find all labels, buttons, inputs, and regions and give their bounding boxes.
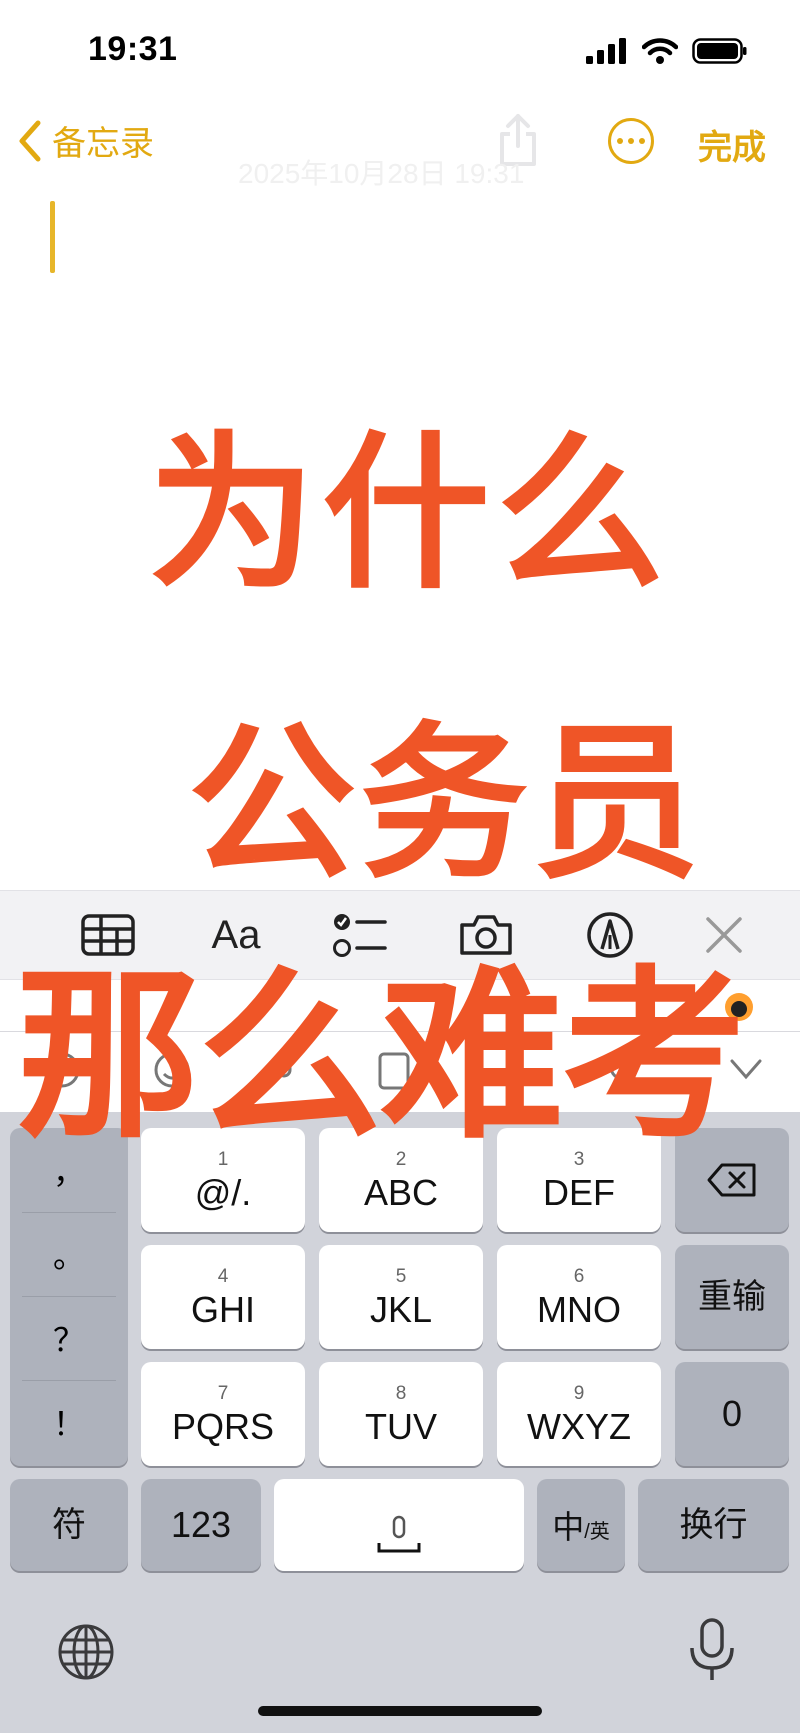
key-1[interactable]: 1 @/. xyxy=(141,1128,305,1232)
microphone-icon xyxy=(276,1050,292,1078)
symbols-key[interactable]: 符 xyxy=(10,1479,128,1571)
checklist-icon xyxy=(333,914,387,957)
home-indicator xyxy=(258,1706,542,1716)
text-cursor xyxy=(50,201,55,273)
key-7[interactable]: 7 PQRS xyxy=(141,1362,305,1466)
table-button[interactable] xyxy=(78,905,138,965)
more-options-button[interactable] xyxy=(608,118,654,164)
markup-button[interactable] xyxy=(580,905,640,965)
mascot-icon xyxy=(44,1052,80,1088)
key-9[interactable]: 9 WXYZ xyxy=(497,1362,661,1466)
dictation-microphone-icon[interactable] xyxy=(686,1618,738,1684)
back-button-label: 备忘录 xyxy=(52,124,154,164)
checklist-button[interactable] xyxy=(330,905,390,965)
key-4[interactable]: 4 GHI xyxy=(141,1245,305,1349)
hide-keyboard-button[interactable] xyxy=(724,1048,768,1092)
overlay-title-line2: 公务员 xyxy=(188,706,704,902)
keyboard-search-button[interactable] xyxy=(604,1048,648,1092)
format-toolbar: Aa xyxy=(0,890,800,980)
chevron-left-icon xyxy=(19,120,41,161)
clipboard-icon xyxy=(378,1052,410,1090)
overlay-title-line1: 为什么 xyxy=(148,416,670,612)
cellular-signal-icon xyxy=(586,38,626,64)
return-key[interactable]: 换行 xyxy=(638,1479,789,1571)
note-date: 2025年10月28日 19:31 xyxy=(238,158,525,189)
candidate-bar xyxy=(0,980,800,1032)
keyboard-menu-button[interactable] xyxy=(40,1048,84,1092)
punct-comma-key[interactable]: ， xyxy=(10,1128,128,1212)
table-icon xyxy=(81,914,135,956)
search-icon xyxy=(609,1053,645,1089)
chevron-down-icon xyxy=(730,1059,762,1080)
key-2[interactable]: 2 ABC xyxy=(319,1128,483,1232)
language-switch-key[interactable]: 中/英 xyxy=(537,1479,625,1571)
handwriting-button[interactable] xyxy=(484,1048,528,1092)
pen-markup-icon xyxy=(587,912,633,958)
key-8[interactable]: 8 TUV xyxy=(319,1362,483,1466)
done-button[interactable]: 完成 xyxy=(698,120,766,169)
back-button[interactable]: 备忘录 xyxy=(16,116,154,165)
status-icons xyxy=(586,38,748,64)
key-5[interactable]: 5 JKL xyxy=(319,1245,483,1349)
punct-period-key[interactable]: 。 xyxy=(10,1212,128,1296)
text-style-button[interactable]: Aa xyxy=(206,905,266,965)
voice-input-button[interactable] xyxy=(262,1048,306,1092)
zero-key[interactable]: 0 xyxy=(675,1362,789,1466)
retype-key[interactable]: 重输 xyxy=(675,1245,789,1349)
emoji-button[interactable] xyxy=(150,1048,194,1092)
close-icon xyxy=(706,917,742,953)
ellipsis-icon xyxy=(617,138,623,144)
globe-icon[interactable] xyxy=(56,1622,116,1682)
punct-question-key[interactable]: ？ xyxy=(10,1296,128,1380)
status-time: 19:31 xyxy=(88,30,178,68)
clipboard-button[interactable] xyxy=(372,1048,416,1092)
punctuation-column[interactable]: ， 。 ？ ！ xyxy=(10,1128,128,1466)
punct-exclaim-key[interactable]: ！ xyxy=(10,1380,128,1464)
camera-button[interactable] xyxy=(456,905,516,965)
space-key[interactable] xyxy=(274,1479,524,1571)
backspace-icon xyxy=(707,1163,756,1197)
backspace-key[interactable] xyxy=(675,1128,789,1232)
battery-icon xyxy=(692,38,747,64)
key-6[interactable]: 6 MNO xyxy=(497,1245,661,1349)
keyboard-mascot-icon[interactable] xyxy=(722,990,756,1024)
pencil-icon xyxy=(492,1058,520,1086)
wifi-icon xyxy=(642,38,678,64)
emoji-icon xyxy=(154,1052,190,1088)
space-mic-icon xyxy=(377,1515,421,1553)
camera-icon xyxy=(460,915,512,955)
keyboard-tool-row xyxy=(0,1032,800,1112)
close-toolbar-button[interactable] xyxy=(694,905,754,965)
numbers-key[interactable]: 123 xyxy=(141,1479,261,1571)
key-3[interactable]: 3 DEF xyxy=(497,1128,661,1232)
